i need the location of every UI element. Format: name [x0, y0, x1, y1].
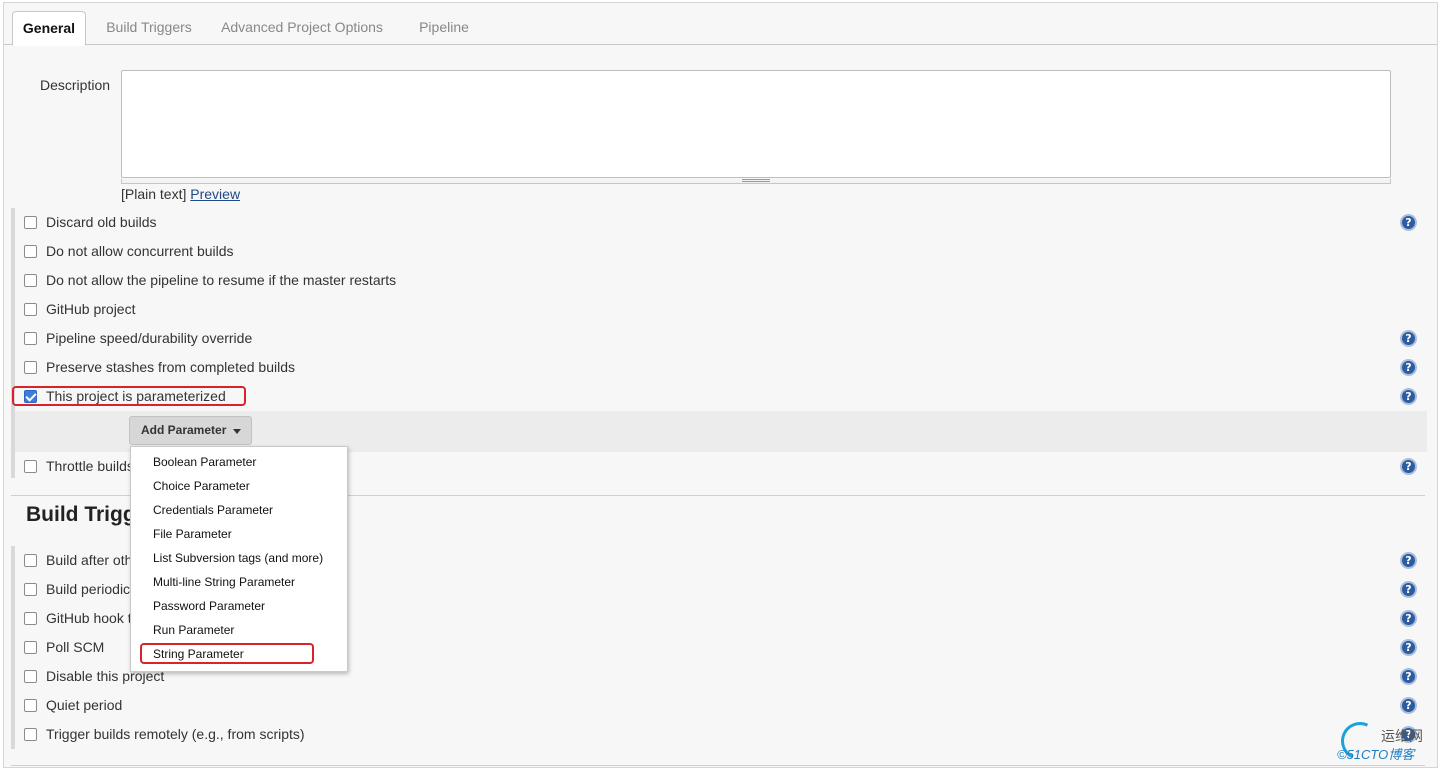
tab-pipeline[interactable]: Pipeline	[404, 11, 484, 45]
checkbox[interactable]	[24, 611, 37, 625]
help-icon[interactable]: ?	[1400, 639, 1417, 656]
option-label: Quiet period	[46, 697, 123, 713]
section-heading-build-triggers: Build Trigg	[26, 503, 136, 526]
option-label: Discard old builds	[46, 214, 157, 230]
help-icon[interactable]: ?	[1400, 668, 1417, 685]
tab-bar: General Build Triggers Advanced Project …	[4, 3, 1437, 46]
trigger-build-periodically[interactable]: Build periodica	[24, 579, 138, 599]
tab-advanced-project-options[interactable]: Advanced Project Options	[212, 11, 392, 45]
caret-down-icon	[233, 429, 241, 434]
menu-item-run-parameter[interactable]: Run Parameter	[153, 620, 234, 640]
option-label: GitHub project	[46, 301, 136, 317]
option-concurrent-builds[interactable]: Do not allow concurrent builds	[24, 241, 234, 261]
option-label: Pipeline speed/durability override	[46, 330, 253, 346]
checkbox[interactable]	[24, 669, 37, 683]
config-panel: General Build Triggers Advanced Project …	[3, 2, 1438, 768]
highlight-box	[140, 643, 314, 664]
menu-item-choice-parameter[interactable]: Choice Parameter	[153, 476, 250, 496]
checkbox[interactable]	[24, 582, 37, 596]
checkbox[interactable]	[24, 360, 37, 374]
menu-item-credentials-parameter[interactable]: Credentials Parameter	[153, 500, 273, 520]
description-label: Description	[40, 77, 111, 93]
add-parameter-menu: Boolean Parameter Choice Parameter Crede…	[130, 446, 348, 672]
trigger-build-after-other[interactable]: Build after oth	[24, 550, 132, 570]
checkbox[interactable]	[24, 273, 37, 287]
help-icon[interactable]: ?	[1400, 330, 1417, 347]
trigger-quiet-period[interactable]: Quiet period	[24, 695, 122, 715]
checkbox[interactable]	[24, 553, 37, 567]
option-label: Poll SCM	[46, 639, 105, 655]
highlight-box	[12, 386, 246, 406]
trigger-builds-remotely[interactable]: Trigger builds remotely (e.g., from scri…	[24, 724, 305, 744]
checkbox[interactable]	[24, 331, 37, 345]
add-parameter-button[interactable]: Add Parameter	[129, 416, 252, 445]
help-icon[interactable]: ?	[1400, 697, 1417, 714]
section-divider	[11, 765, 1425, 766]
option-label: Build periodica	[46, 581, 138, 597]
help-icon[interactable]: ?	[1400, 388, 1417, 405]
option-label: Do not allow concurrent builds	[46, 243, 234, 259]
watermark-text: ©51CTO博客	[1337, 747, 1415, 762]
checkbox[interactable]	[24, 459, 37, 473]
checkbox[interactable]	[24, 215, 37, 229]
checkbox[interactable]	[24, 302, 37, 316]
tab-build-triggers[interactable]: Build Triggers	[96, 11, 202, 45]
description-textarea[interactable]	[121, 70, 1391, 178]
option-label: GitHub hook t	[46, 610, 132, 626]
checkbox[interactable]	[24, 640, 37, 654]
checkbox[interactable]	[24, 727, 37, 741]
option-github-project[interactable]: GitHub project	[24, 299, 135, 319]
menu-item-multiline-string-parameter[interactable]: Multi-line String Parameter	[153, 572, 295, 592]
format-prefix: [Plain text]	[121, 186, 187, 202]
option-label: Throttle builds	[46, 458, 134, 474]
add-parameter-label: Add Parameter	[141, 423, 227, 437]
description-format: [Plain text] Preview	[121, 186, 240, 202]
option-label: Preserve stashes from completed builds	[46, 359, 295, 375]
help-icon[interactable]: ?	[1400, 359, 1417, 376]
menu-item-list-subversion-tags[interactable]: List Subversion tags (and more)	[153, 548, 323, 568]
option-label: Build after oth	[46, 552, 133, 568]
tab-general[interactable]: General	[12, 11, 86, 46]
help-icon[interactable]: ?	[1400, 581, 1417, 598]
option-throttle-builds[interactable]: Throttle builds	[24, 456, 134, 476]
menu-item-boolean-parameter[interactable]: Boolean Parameter	[153, 452, 256, 472]
build-triggers-bar	[11, 546, 15, 749]
help-icon[interactable]: ?	[1400, 610, 1417, 627]
option-pipeline-durability[interactable]: Pipeline speed/durability override	[24, 328, 252, 348]
option-pipeline-resume[interactable]: Do not allow the pipeline to resume if t…	[24, 270, 396, 290]
watermark: 运维网 ©51CTO博客	[1335, 716, 1437, 766]
trigger-poll-scm[interactable]: Poll SCM	[24, 637, 104, 657]
checkbox[interactable]	[24, 698, 37, 712]
option-preserve-stashes[interactable]: Preserve stashes from completed builds	[24, 357, 295, 377]
grip-icon	[742, 179, 770, 182]
preview-link[interactable]: Preview	[190, 186, 240, 202]
help-icon[interactable]: ?	[1400, 458, 1417, 475]
help-icon[interactable]: ?	[1400, 214, 1417, 231]
trigger-github-hook[interactable]: GitHub hook t	[24, 608, 132, 628]
checkbox[interactable]	[24, 244, 37, 258]
description-resize-handle[interactable]	[121, 179, 1391, 184]
option-discard-old-builds[interactable]: Discard old builds	[24, 212, 157, 232]
help-icon[interactable]: ?	[1400, 552, 1417, 569]
option-label: Trigger builds remotely (e.g., from scri…	[46, 726, 305, 742]
watermark-text: 运维网	[1381, 728, 1423, 744]
option-label: Do not allow the pipeline to resume if t…	[46, 272, 397, 288]
menu-item-password-parameter[interactable]: Password Parameter	[153, 596, 265, 616]
menu-item-file-parameter[interactable]: File Parameter	[153, 524, 232, 544]
